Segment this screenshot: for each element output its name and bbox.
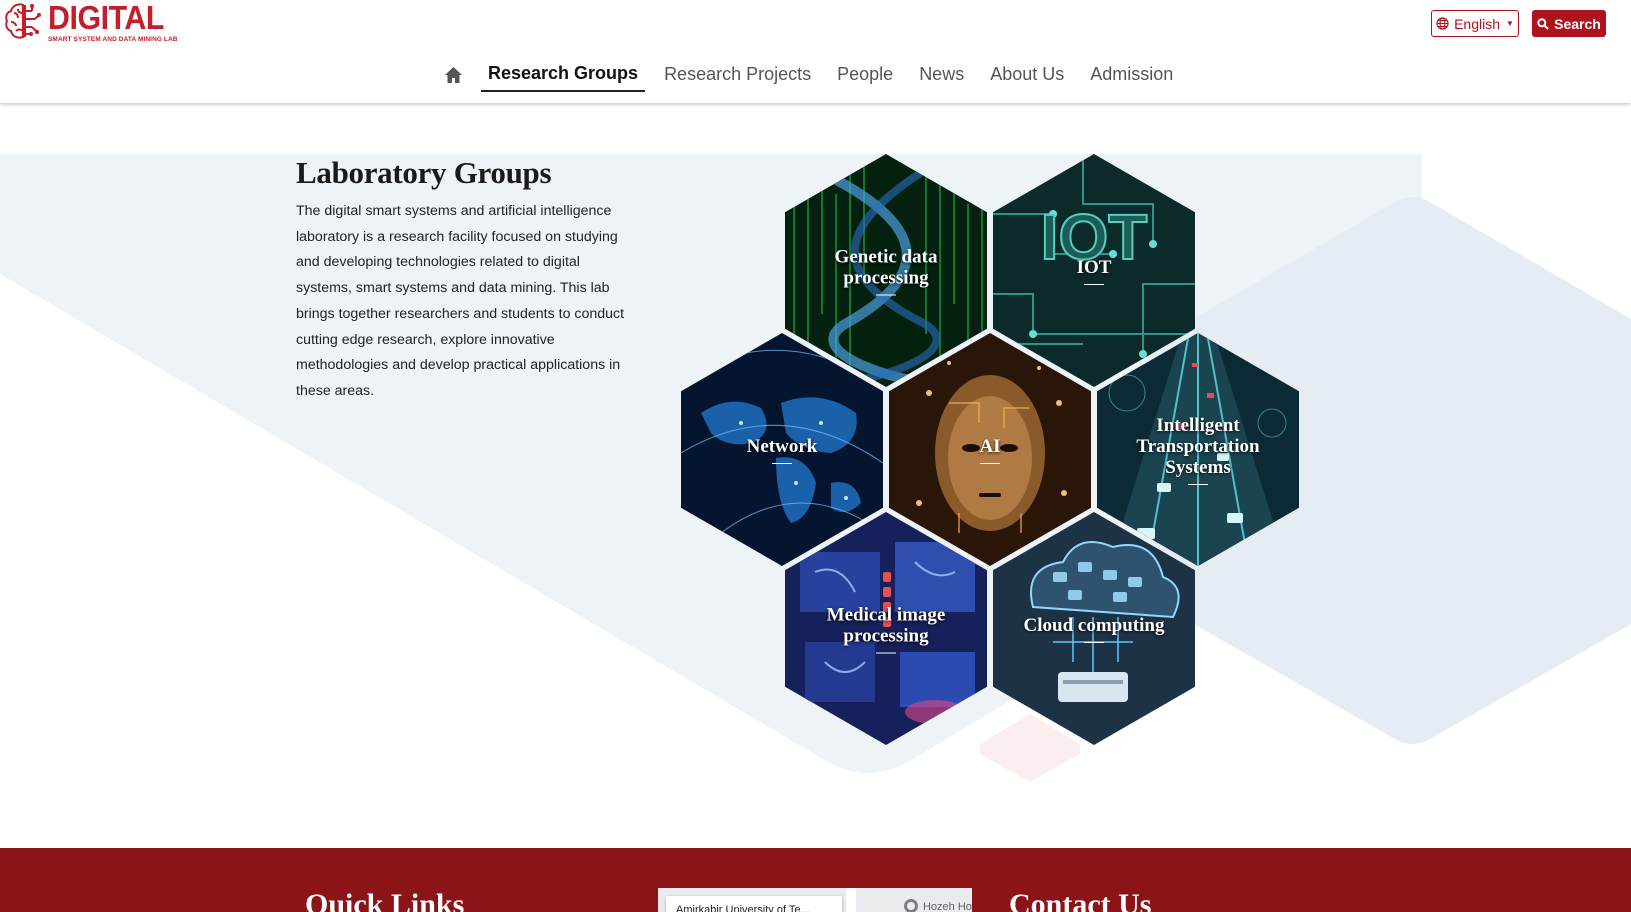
language-label: English	[1454, 15, 1500, 32]
brand-tagline: SMART SYSTEM AND DATA MINING LAB	[48, 36, 178, 43]
map-place-label: Hozeh Ho	[923, 901, 972, 912]
quick-links-title: Quick Links	[305, 888, 465, 912]
contact-title: Contact Us	[1009, 888, 1152, 912]
group-network[interactable]: Network	[681, 333, 883, 566]
caret-down-icon: ▼	[1506, 19, 1514, 28]
group-cloud-computing[interactable]: Cloud computing	[993, 512, 1195, 745]
group-label: Cloud computing	[993, 615, 1195, 643]
language-selector[interactable]: English ▼	[1431, 10, 1519, 37]
group-label: Network	[681, 436, 883, 464]
map-pin-icon	[904, 899, 918, 912]
group-label: AI	[889, 436, 1091, 464]
nav-admission[interactable]: Admission	[1083, 59, 1180, 91]
group-genetic-data[interactable]: Genetic data processing	[785, 154, 987, 387]
brand-title: DIGITAL	[48, 0, 164, 36]
map-info-card: Amirkabir University of Te...	[666, 896, 842, 912]
nav-research-projects[interactable]: Research Projects	[657, 59, 818, 91]
location-map[interactable]: Amirkabir University of Te... Hozeh Ho	[658, 888, 972, 912]
group-label: Medical image processing	[785, 604, 987, 653]
group-transportation[interactable]: Intelligent Transportation Systems	[1097, 333, 1299, 566]
nav-research-groups[interactable]: Research Groups	[481, 58, 646, 92]
group-iot[interactable]: IOT IOT	[993, 154, 1195, 387]
site-header: DIGITAL SMART SYSTEM AND DATA MINING LAB…	[0, 0, 1631, 103]
group-label: Genetic data processing	[785, 246, 987, 295]
group-medical-image[interactable]: Medical image processing	[785, 512, 987, 745]
group-label: IOT	[993, 257, 1195, 285]
group-ai[interactable]: AI	[889, 333, 1091, 566]
research-groups-grid: Genetic data processing IOT IOT Network …	[0, 103, 1631, 848]
nav-home[interactable]	[441, 59, 465, 91]
map-road	[846, 888, 856, 912]
globe-icon	[1436, 17, 1449, 30]
group-label: Intelligent Transportation Systems	[1097, 415, 1299, 485]
nav-about-us[interactable]: About Us	[983, 59, 1071, 91]
brain-logo-icon	[5, 3, 41, 39]
site-logo[interactable]: DIGITAL SMART SYSTEM AND DATA MINING LAB	[4, 1, 178, 43]
home-icon	[444, 67, 462, 83]
main-content: Laboratory Groups The digital smart syst…	[0, 103, 1631, 848]
nav-people[interactable]: People	[830, 59, 900, 91]
search-icon	[1537, 17, 1549, 30]
search-label: Search	[1554, 15, 1601, 32]
nav-news[interactable]: News	[912, 59, 971, 91]
search-button[interactable]: Search	[1532, 10, 1606, 37]
site-footer: Quick Links Amirkabir University of Te..…	[0, 848, 1631, 912]
